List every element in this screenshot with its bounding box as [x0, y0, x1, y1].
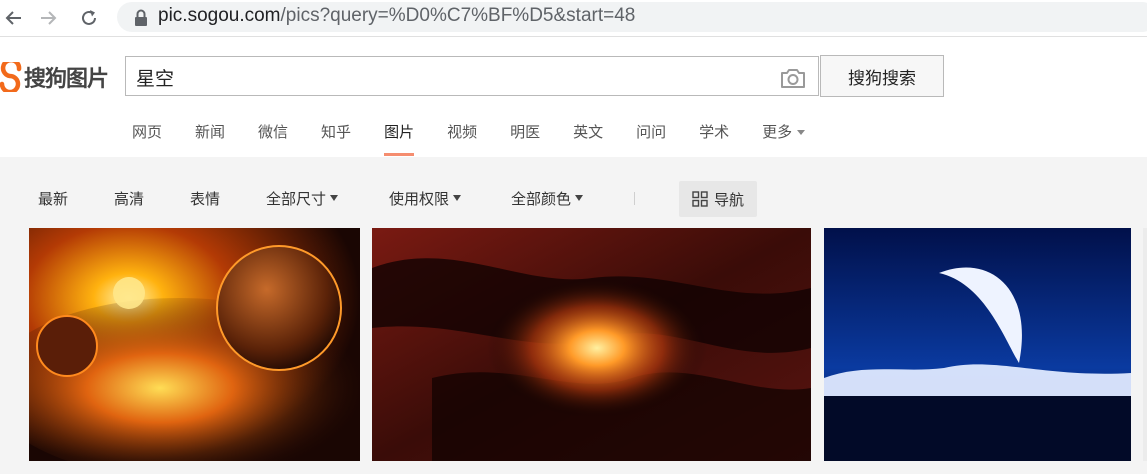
back-button[interactable]: [2, 6, 26, 30]
vertical-tabs: 网页 新闻 微信 知乎 图片 视频 明医 英文 问问 学术 更多: [132, 118, 838, 158]
filter-color-label: 全部颜色: [511, 190, 572, 208]
tab-wechat[interactable]: 微信: [258, 118, 288, 156]
filter-bar: 最新 高清 表情 全部尺寸 使用权限 全部颜色: [0, 180, 1147, 218]
filter-color-dropdown[interactable]: 全部颜色: [511, 180, 584, 218]
browser-toolbar: pic.sogou.com/pics?query=%D0%C7%BF%D5&st…: [0, 0, 1147, 36]
logo-text: 搜狗图片: [24, 67, 109, 92]
filter-emoji[interactable]: 表情: [190, 180, 220, 218]
image-result-partial[interactable]: [1143, 228, 1147, 461]
filter-size-label: 全部尺寸: [266, 190, 327, 208]
image-planets-fire: [29, 228, 360, 461]
tab-images[interactable]: 图片: [384, 118, 415, 156]
tab-zhihu[interactable]: 知乎: [321, 118, 351, 156]
tab-more-label: 更多: [762, 123, 793, 141]
filter-rights-label: 使用权限: [389, 190, 450, 208]
filter-latest[interactable]: 最新: [38, 180, 68, 218]
filter-hd[interactable]: 高清: [114, 180, 144, 218]
camera-icon[interactable]: [780, 67, 806, 89]
chevron-down-icon: [330, 194, 339, 201]
chevron-down-icon: [453, 194, 462, 201]
image-result-nebula[interactable]: [372, 228, 811, 461]
sogou-logo[interactable]: 搜狗图片: [0, 60, 109, 94]
image-result-moon-clouds[interactable]: [824, 228, 1131, 461]
arrow-right-icon: [41, 11, 57, 25]
grid-icon: [692, 191, 708, 207]
forward-button[interactable]: [36, 6, 60, 30]
tab-medical[interactable]: 明医: [510, 118, 540, 156]
tab-news[interactable]: 新闻: [195, 118, 225, 156]
image-result-planets-fire[interactable]: [29, 228, 360, 461]
tab-more[interactable]: 更多: [762, 118, 806, 156]
filter-size-dropdown[interactable]: 全部尺寸: [266, 180, 339, 218]
chevron-down-icon: [575, 194, 584, 201]
search-box: [125, 56, 819, 96]
tab-video[interactable]: 视频: [447, 118, 477, 156]
navigation-button[interactable]: 导航: [679, 181, 757, 217]
arrow-left-icon: [5, 11, 21, 25]
search-input[interactable]: [134, 63, 778, 91]
image-moon-clouds: [824, 228, 1131, 461]
filter-divider: [634, 192, 635, 205]
url-text[interactable]: pic.sogou.com/pics?query=%D0%C7%BF%D5&st…: [158, 5, 635, 27]
url-host: pic.sogou.com: [158, 5, 281, 26]
tab-wenwen[interactable]: 问问: [636, 118, 666, 156]
filter-rights-dropdown[interactable]: 使用权限: [389, 180, 462, 218]
image-nebula: [372, 228, 811, 461]
lock-icon: [135, 9, 147, 26]
sogou-logo-mark-icon: [0, 62, 22, 92]
reload-icon: [82, 10, 96, 25]
url-path: /pics?query=%D0%C7%BF%D5&start=48: [280, 5, 636, 26]
chevron-down-icon: [797, 130, 806, 135]
search-button[interactable]: 搜狗搜索: [820, 55, 944, 97]
tab-scholar[interactable]: 学术: [699, 118, 729, 156]
tab-english[interactable]: 英文: [573, 118, 603, 156]
tab-web[interactable]: 网页: [132, 118, 162, 156]
navigation-label: 导航: [713, 190, 744, 209]
reload-button[interactable]: [77, 6, 101, 30]
